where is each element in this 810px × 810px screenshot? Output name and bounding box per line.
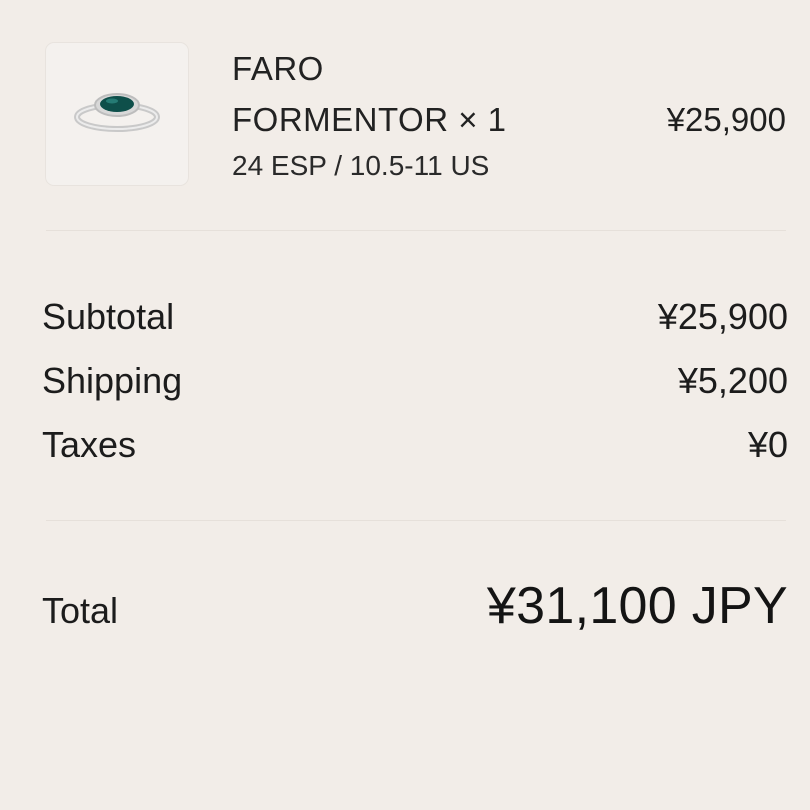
shipping-label: Shipping [42,360,183,401]
subtotal-label: Subtotal [42,296,175,337]
divider [46,520,786,521]
taxes-value: ¥0 [747,424,788,465]
divider [46,230,786,231]
subtotal-value: ¥25,900 [657,296,788,337]
product-variant: 24 ESP / 10.5-11 US [232,150,490,181]
shipping-value: ¥5,200 [677,360,788,401]
shipping-row: Shipping ¥5,200 [42,360,788,402]
taxes-row: Taxes ¥0 [42,424,788,466]
subtotal-row: Subtotal ¥25,900 [42,296,788,338]
product-price: ¥25,900 [666,101,786,138]
product-thumbnail [46,43,188,185]
product-brand: FARO [232,50,324,87]
total-label: Total [42,590,119,631]
product-name-quantity: FORMENTOR × 1 [232,101,507,138]
taxes-label: Taxes [42,424,137,465]
ring-product-image [74,93,160,132]
total-value: ¥31,100 JPY [486,577,788,635]
